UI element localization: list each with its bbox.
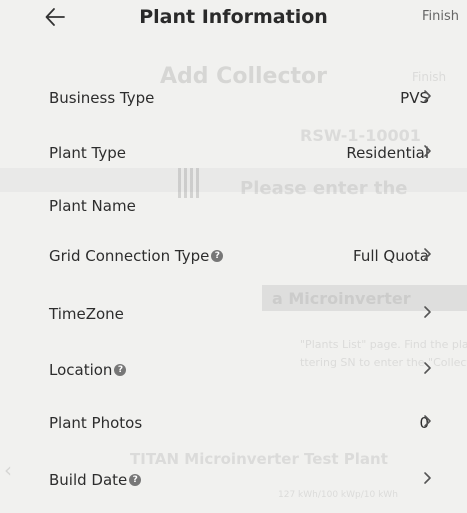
help-circle-icon[interactable]: ? (129, 474, 142, 486)
row-build-date[interactable]: Build Date? (0, 460, 467, 500)
row-timezone[interactable]: TimeZone (0, 294, 467, 334)
row-label: Grid Connection Type? (49, 247, 224, 265)
chevron-right-icon (420, 88, 432, 108)
row-label-text: Plant Name (49, 197, 136, 215)
row-label-text: Plant Photos (49, 414, 143, 432)
chevron-right-icon (420, 360, 432, 380)
row-label-text: TimeZone (49, 305, 124, 323)
row-plant-name[interactable]: Plant Name (0, 186, 467, 226)
row-value: Residential (346, 144, 429, 162)
row-label: Plant Name (49, 197, 136, 215)
row-label: Plant Type (49, 144, 126, 162)
row-label-text: Build Date (49, 471, 128, 489)
chevron-right-icon (420, 470, 432, 490)
finish-button[interactable]: Finish (422, 9, 459, 24)
row-label: Build Date? (49, 471, 142, 489)
page-title: Plant Information (139, 6, 328, 28)
row-label: TimeZone (49, 305, 124, 323)
row-value: Full Quota (353, 247, 429, 265)
row-label-text: Business Type (49, 89, 155, 107)
row-plant-type[interactable]: Plant Type Residential (0, 133, 467, 173)
row-label: Business Type (49, 89, 154, 107)
row-business-type[interactable]: Business Type PVS (0, 78, 467, 118)
row-plant-photos[interactable]: Plant Photos 0 (0, 403, 467, 443)
chevron-right-icon (420, 304, 432, 324)
help-circle-icon[interactable]: ? (114, 364, 127, 376)
header: Plant Information Finish (0, 0, 467, 38)
row-location[interactable]: Location? (0, 350, 467, 390)
row-label-text: Grid Connection Type (49, 247, 210, 265)
row-label-text: Plant Type (49, 144, 127, 162)
row-label: Plant Photos (49, 414, 142, 432)
row-grid-connection-type[interactable]: Grid Connection Type? Full Quota (0, 236, 467, 276)
chevron-right-icon (420, 413, 432, 433)
chevron-right-icon (420, 143, 432, 163)
chevron-right-icon (420, 246, 432, 266)
row-label-text: Location (49, 361, 113, 379)
row-label: Location? (49, 361, 127, 379)
help-circle-icon[interactable]: ? (211, 250, 224, 262)
